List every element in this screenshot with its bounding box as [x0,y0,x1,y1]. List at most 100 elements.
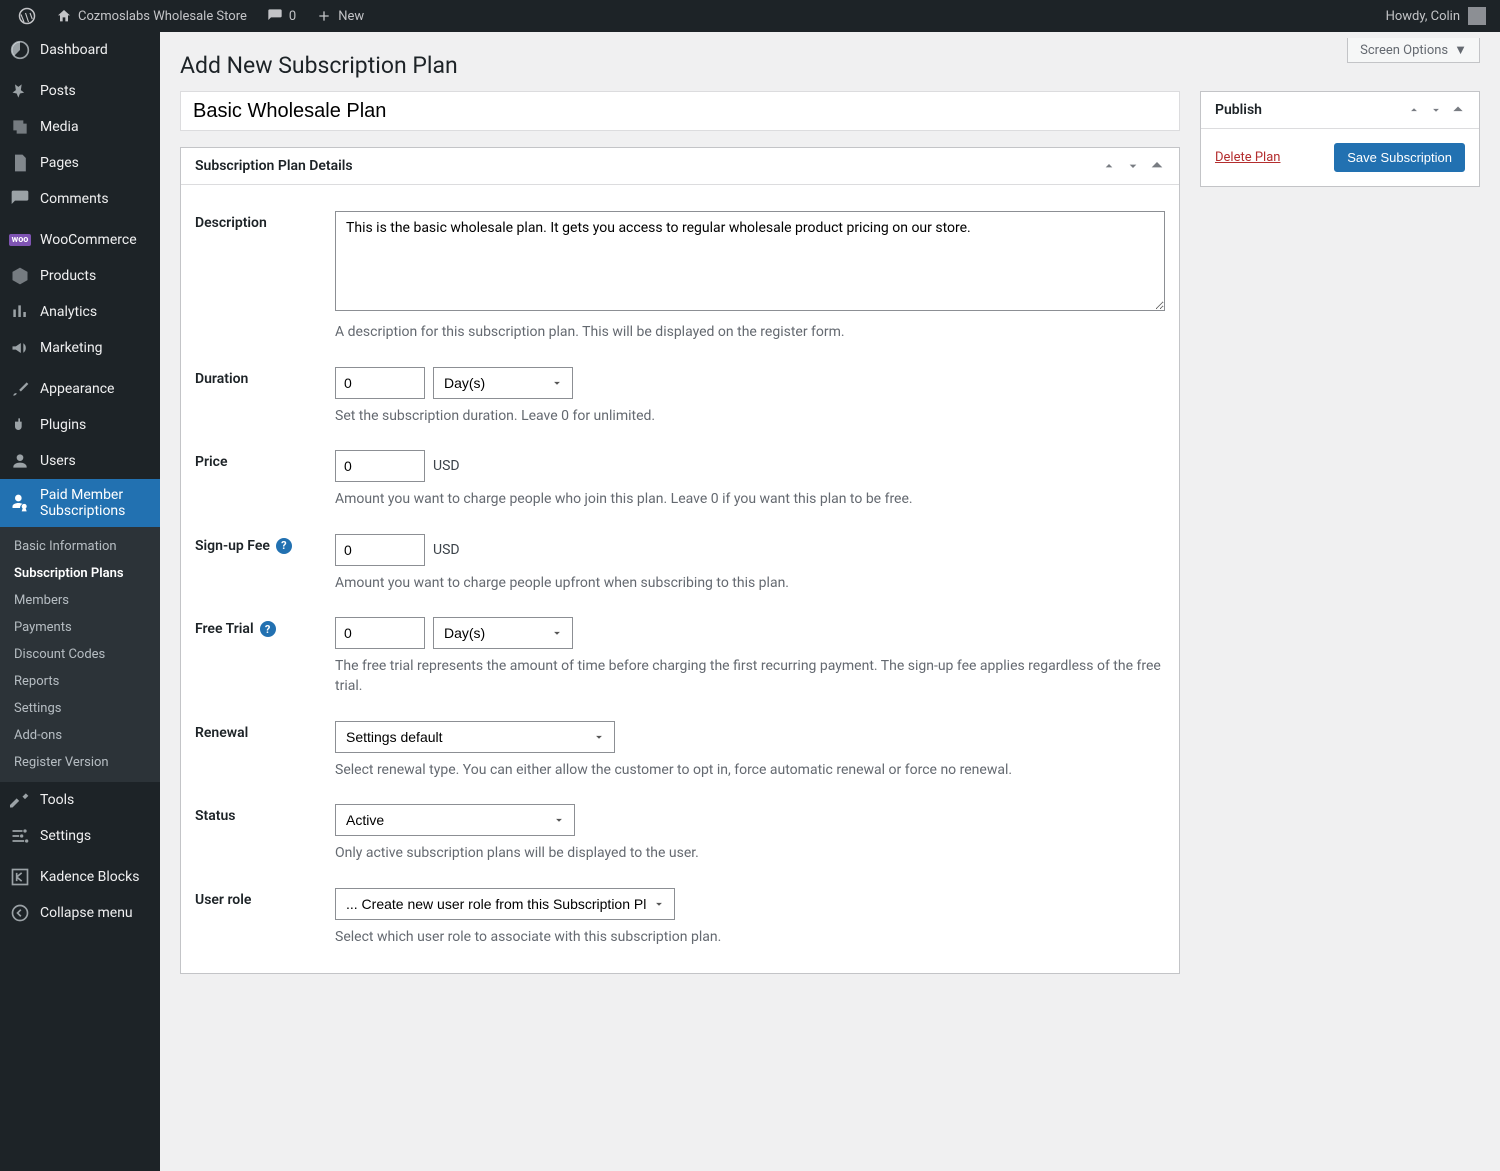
menu-marketing[interactable]: Marketing [0,330,160,366]
toggle-icon[interactable] [1451,103,1465,117]
kadence-icon [10,867,30,887]
menu-woocommerce[interactable]: woo WooCommerce [0,222,160,258]
menu-label: Users [40,453,76,469]
submenu-subscription-plans[interactable]: Subscription Plans [0,560,160,587]
collapse-icon [10,903,30,923]
status-label: Status [195,804,335,864]
toggle-icon[interactable] [1149,158,1165,174]
comments-link[interactable]: 0 [259,8,304,24]
price-currency: USD [433,458,460,474]
howdy-text: Howdy, Colin [1386,9,1460,24]
signup-label: Sign-up Fee [195,538,270,554]
new-content-link[interactable]: New [308,8,372,24]
menu-label: Analytics [40,304,97,320]
trial-input[interactable] [335,617,425,649]
menu-label: Kadence Blocks [40,869,139,885]
renewal-select[interactable]: Settings default [335,721,615,753]
price-label: Price [195,450,335,510]
menu-comments[interactable]: Comments [0,181,160,217]
menu-label: Collapse menu [40,905,133,921]
role-select[interactable]: ... Create new user role from this Subsc… [335,888,675,920]
screen-options-toggle[interactable]: Screen Options ▼ [1347,38,1480,63]
submenu-members[interactable]: Members [0,587,160,614]
plan-title-input[interactable] [180,91,1180,131]
submenu-discount-codes[interactable]: Discount Codes [0,641,160,668]
renewal-label: Renewal [195,721,335,781]
description-label: Description [195,211,335,343]
menu-analytics[interactable]: Analytics [0,294,160,330]
woocommerce-icon: woo [10,230,30,250]
submenu-pms: Basic Information Subscription Plans Mem… [0,527,160,782]
screen-options-label: Screen Options [1360,43,1448,58]
wp-logo[interactable] [10,7,44,25]
plus-icon [316,8,332,24]
submenu-register-version[interactable]: Register Version [0,749,160,776]
menu-label: Pages [40,155,79,171]
megaphone-icon [10,338,30,358]
delete-plan-link[interactable]: Delete Plan [1215,150,1280,165]
help-icon[interactable]: ? [260,621,276,637]
menu-tools[interactable]: Tools [0,782,160,818]
role-hint: Select which user role to associate with… [335,928,1165,948]
chevron-down-icon: ▼ [1454,42,1467,58]
box-title: Subscription Plan Details [195,158,353,174]
new-label: New [338,9,364,24]
description-textarea[interactable]: This is the basic wholesale plan. It get… [335,211,1165,311]
menu-posts[interactable]: Posts [0,73,160,109]
menu-pages[interactable]: Pages [0,145,160,181]
submenu-settings[interactable]: Settings [0,695,160,722]
trial-label: Free Trial [195,621,254,637]
trial-unit-select[interactable]: Day(s) [433,617,573,649]
chevron-down-icon[interactable] [1429,103,1443,117]
menu-label: Comments [40,191,109,207]
dashboard-icon [10,40,30,60]
plug-icon [10,415,30,435]
menu-paid-member-subscriptions[interactable]: Paid Member Subscriptions [0,479,160,527]
comments-count: 0 [289,9,296,24]
menu-plugins[interactable]: Plugins [0,407,160,443]
duration-hint: Set the subscription duration. Leave 0 f… [335,407,1165,427]
menu-media[interactable]: Media [0,109,160,145]
subscription-details-box: Subscription Plan Details Description Th… [180,147,1180,974]
menu-label: Posts [40,83,76,99]
brush-icon [10,379,30,399]
site-home-link[interactable]: Cozmoslabs Wholesale Store [48,8,255,24]
user-greeting[interactable]: Howdy, Colin [1386,7,1490,25]
help-icon[interactable]: ? [276,538,292,554]
price-hint: Amount you want to charge people who joi… [335,490,1165,510]
status-select[interactable]: Active [335,804,575,836]
menu-kadence[interactable]: Kadence Blocks [0,859,160,895]
save-subscription-button[interactable]: Save Subscription [1334,143,1465,172]
publish-box: Publish Delete Plan Save Subscription [1200,91,1480,187]
comment-icon [267,8,283,24]
menu-users[interactable]: Users [0,443,160,479]
menu-label: Media [40,119,79,135]
menu-label: Dashboard [40,42,108,58]
publish-title: Publish [1215,102,1262,118]
comments-icon [10,189,30,209]
menu-label: WooCommerce [40,232,137,248]
price-input[interactable] [335,450,425,482]
sliders-icon [10,826,30,846]
submenu-addons[interactable]: Add-ons [0,722,160,749]
chevron-up-icon[interactable] [1101,158,1117,174]
media-icon [10,117,30,137]
menu-dashboard[interactable]: Dashboard [0,32,160,68]
duration-unit-select[interactable]: Day(s) [433,367,573,399]
signup-hint: Amount you want to charge people upfront… [335,574,1165,594]
collapse-menu[interactable]: Collapse menu [0,895,160,931]
home-icon [56,8,72,24]
page-title: Add New Subscription Plan [180,32,1480,91]
menu-settings[interactable]: Settings [0,818,160,854]
submenu-reports[interactable]: Reports [0,668,160,695]
signup-input[interactable] [335,534,425,566]
wrench-icon [10,790,30,810]
submenu-basic-info[interactable]: Basic Information [0,533,160,560]
renewal-hint: Select renewal type. You can either allo… [335,761,1165,781]
menu-products[interactable]: Products [0,258,160,294]
menu-appearance[interactable]: Appearance [0,371,160,407]
submenu-payments[interactable]: Payments [0,614,160,641]
chevron-up-icon[interactable] [1407,103,1421,117]
chevron-down-icon[interactable] [1125,158,1141,174]
duration-input[interactable] [335,367,425,399]
